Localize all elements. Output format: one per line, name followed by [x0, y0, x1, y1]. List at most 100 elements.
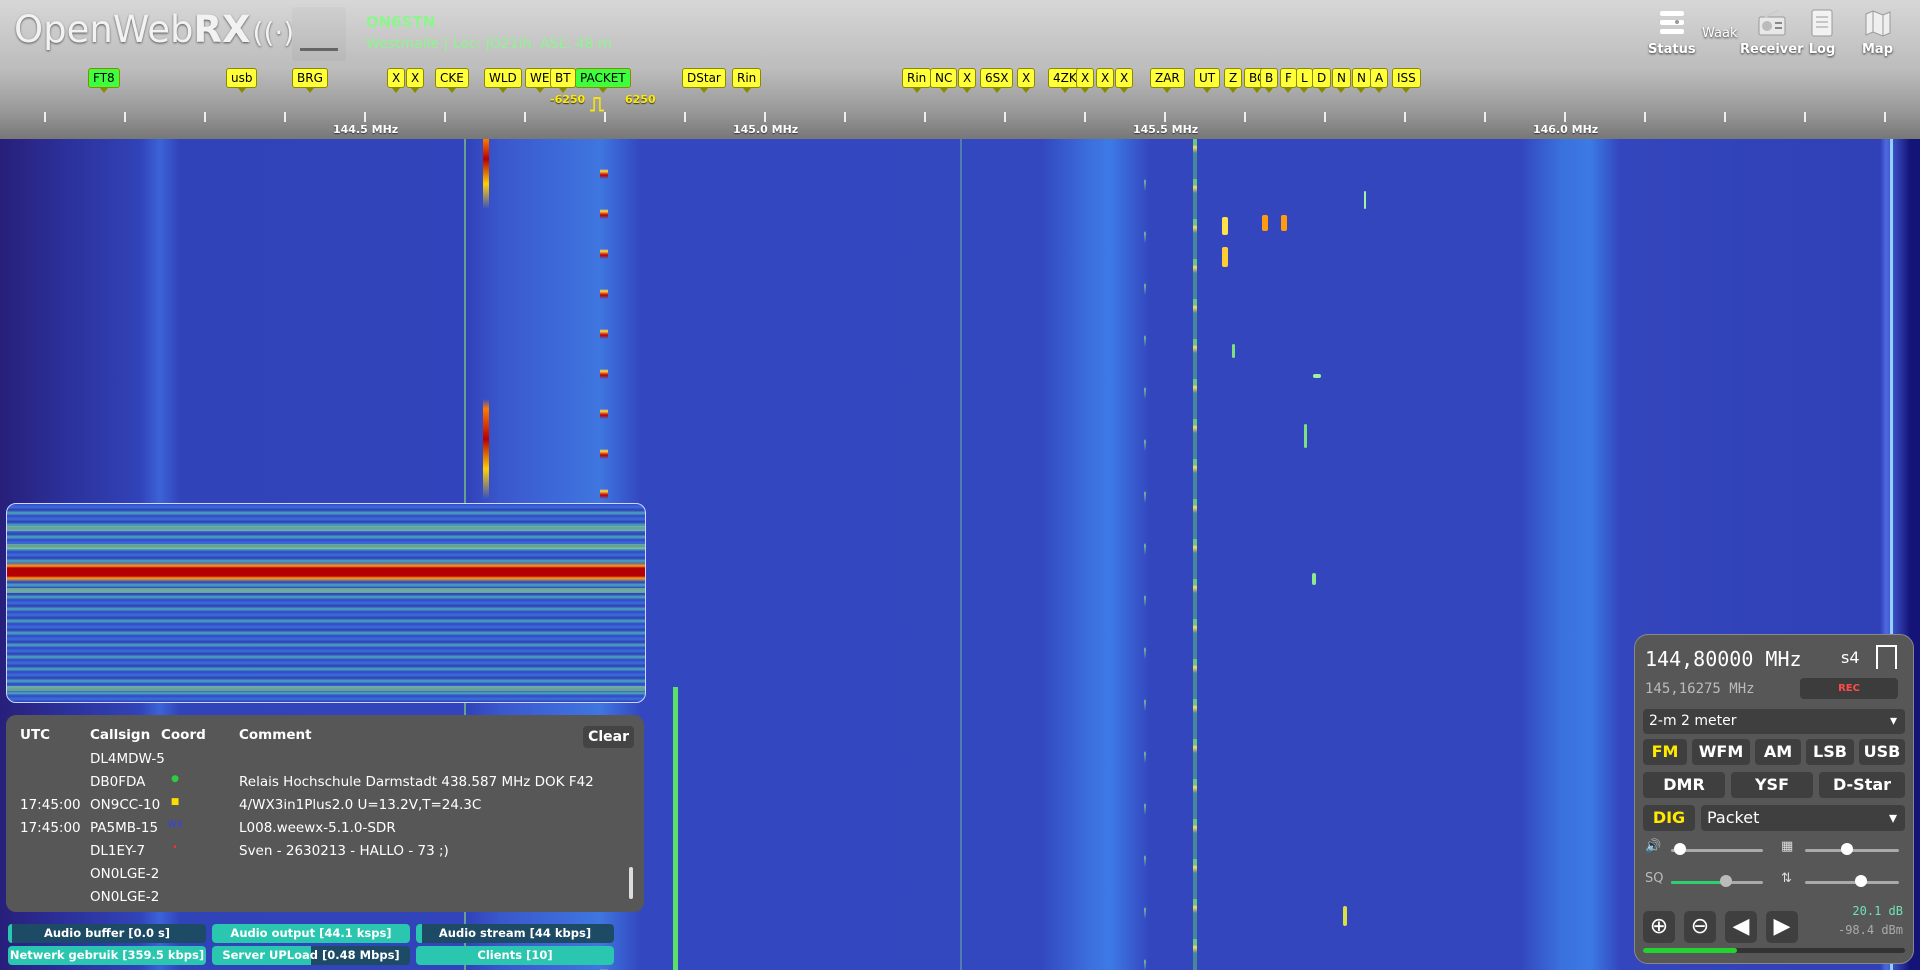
frequency-scale[interactable]: FT8 usb BRG X X CKE WLD WE BT PACKET DStar Rin Rin NC… [0, 66, 1920, 139]
receiver-label: Receiver [1740, 42, 1804, 57]
squelch-slider[interactable] [1671, 875, 1763, 887]
zoom-in-button[interactable]: ⊕ [1643, 911, 1675, 943]
map-button[interactable]: Map [1862, 8, 1893, 57]
bookmark-item[interactable]: usb [226, 68, 258, 93]
mode-usb[interactable]: USB [1859, 739, 1905, 765]
scale-tick [1004, 112, 1006, 122]
step-left-button[interactable]: ◀ [1725, 911, 1757, 943]
status-bar: Audio output [44.1 ksps] [212, 924, 410, 943]
filter-passband-icon[interactable]: ⎍ [590, 92, 604, 116]
bookmark-item[interactable]: X [958, 68, 977, 93]
status-bar-label: Audio stream [44 kbps] [438, 926, 592, 940]
clear-button[interactable]: Clear [583, 726, 634, 748]
fft-band [7, 526, 645, 531]
noise-reduction-slider[interactable] [1805, 875, 1899, 887]
bookmark-icon[interactable] [1876, 645, 1897, 671]
mode-d-star[interactable]: D-Star [1819, 772, 1905, 798]
bookmark-item[interactable]: Rin [732, 68, 762, 93]
bookmark-item[interactable]: ZAR [1150, 68, 1185, 93]
bookmark-item[interactable]: 6SX [980, 68, 1014, 93]
bookmark-item[interactable]: X [1115, 68, 1134, 93]
step-right-button[interactable]: ▶ [1766, 911, 1798, 943]
log-callsign: DB0FDA [90, 774, 146, 790]
logo-text-web: Web [112, 8, 194, 51]
noise-reduction-knob[interactable] [1855, 875, 1868, 887]
waterfall-auto-knob[interactable] [1841, 843, 1854, 855]
log-coord-icon[interactable]: ■ [165, 797, 185, 807]
freq-label-144-5: 144.5 MHz [333, 123, 399, 136]
log-label: Log [1808, 42, 1836, 57]
bookmark-item[interactable]: ISS [1392, 68, 1421, 93]
secondary-waterfall[interactable] [6, 503, 646, 703]
frequency-display[interactable]: 144,80000 MHz [1645, 647, 1802, 671]
smeter-readout: s4 [1841, 648, 1860, 667]
bookmark-item[interactable]: NC [930, 68, 958, 93]
bookmark-item[interactable]: X [406, 68, 425, 93]
bookmark-item[interactable]: X [1017, 68, 1036, 93]
bookmark-item[interactable]: X [1096, 68, 1115, 93]
bookmark-item[interactable]: BRG [292, 68, 328, 93]
log-coord-icon[interactable]: ● [165, 774, 185, 784]
mode-dmr[interactable]: DMR [1643, 772, 1725, 798]
volume-knob[interactable] [1674, 843, 1687, 855]
openwebrx-logo[interactable]: OpenWebRX((·)) [14, 8, 305, 51]
waterfall-auto-icon[interactable]: ▦ [1781, 839, 1793, 854]
mode-am[interactable]: AM [1755, 739, 1801, 765]
bookmark-item[interactable]: Z [1224, 68, 1243, 93]
digital-mode-select[interactable]: Packet [1701, 805, 1905, 831]
mode-dig[interactable]: DIG [1643, 805, 1695, 831]
status-button[interactable]: Status [1648, 8, 1696, 57]
map-label: Map [1862, 42, 1894, 57]
rec-button[interactable]: REC [1800, 678, 1898, 699]
bookmark-item[interactable]: A [1370, 68, 1389, 93]
mode-fm[interactable]: FM [1643, 739, 1687, 765]
station-name: ON6STN [366, 13, 436, 31]
bookmark-item[interactable]: D [1312, 68, 1332, 93]
bookmark-item[interactable]: DStar [682, 68, 726, 93]
bookmark-item[interactable]: Rin [902, 68, 932, 93]
zoom-out-button[interactable]: ⊖ [1684, 911, 1716, 943]
bookmark-item[interactable]: L [1296, 68, 1313, 93]
status-bar-label: Server UPLoad [0.48 Mbps] [222, 948, 400, 962]
offset-frequency[interactable]: 145,16275 MHz [1645, 681, 1755, 697]
bookmark-item[interactable]: N [1332, 68, 1351, 93]
log-scrollbar[interactable] [629, 867, 633, 899]
signal-burst [1304, 424, 1307, 448]
passband-high: 6250 [625, 93, 656, 106]
signal-trace [1193, 139, 1197, 970]
scale-tick [124, 112, 126, 122]
bookmark-item[interactable]: PACKET [575, 68, 631, 93]
log-coord-icon[interactable]: • [165, 843, 185, 853]
step-right-icon: ▶ [1773, 914, 1791, 939]
signal-burst [1262, 215, 1268, 231]
scale-tick [1164, 112, 1166, 122]
mode-wfm[interactable]: WFM [1692, 739, 1750, 765]
noise-reduction-icon[interactable]: ⇅ [1781, 871, 1792, 886]
bookmark-item[interactable]: BT [550, 68, 576, 93]
volume-icon[interactable]: 🔊 [1645, 839, 1661, 854]
log-button[interactable]: Log [1807, 8, 1837, 57]
scale-tick [764, 112, 766, 122]
signal-burst [1281, 215, 1287, 231]
bookmark-item[interactable]: N [1352, 68, 1371, 93]
bookmark-item[interactable]: WLD [484, 68, 522, 93]
squelch-knob[interactable] [1720, 875, 1733, 887]
bookmark-item[interactable]: X [387, 68, 406, 93]
volume-slider[interactable] [1671, 843, 1763, 855]
bookmark-item[interactable]: FT8 [88, 68, 120, 93]
log-coord-icon[interactable]: WX [165, 820, 185, 830]
bookmark-item[interactable]: X [1076, 68, 1095, 93]
bookmark-item[interactable]: B [1260, 68, 1279, 93]
bookmark-item[interactable]: UT [1194, 68, 1221, 93]
waterfall-auto-slider[interactable] [1805, 843, 1899, 855]
bookmark-item[interactable]: CKE [435, 68, 469, 93]
col-coord: Coord [161, 727, 206, 743]
mode-ysf[interactable]: YSF [1731, 772, 1813, 798]
scale-tick [1084, 112, 1086, 122]
bookmark-item[interactable]: F [1280, 68, 1297, 93]
receiver-avatar[interactable] [292, 7, 346, 61]
logo-text-rx: RX [193, 8, 251, 51]
mode-lsb[interactable]: LSB [1806, 739, 1854, 765]
receiver-button[interactable]: Receiver [1740, 8, 1804, 57]
band-select[interactable]: 2-m 2 meter [1643, 709, 1905, 734]
